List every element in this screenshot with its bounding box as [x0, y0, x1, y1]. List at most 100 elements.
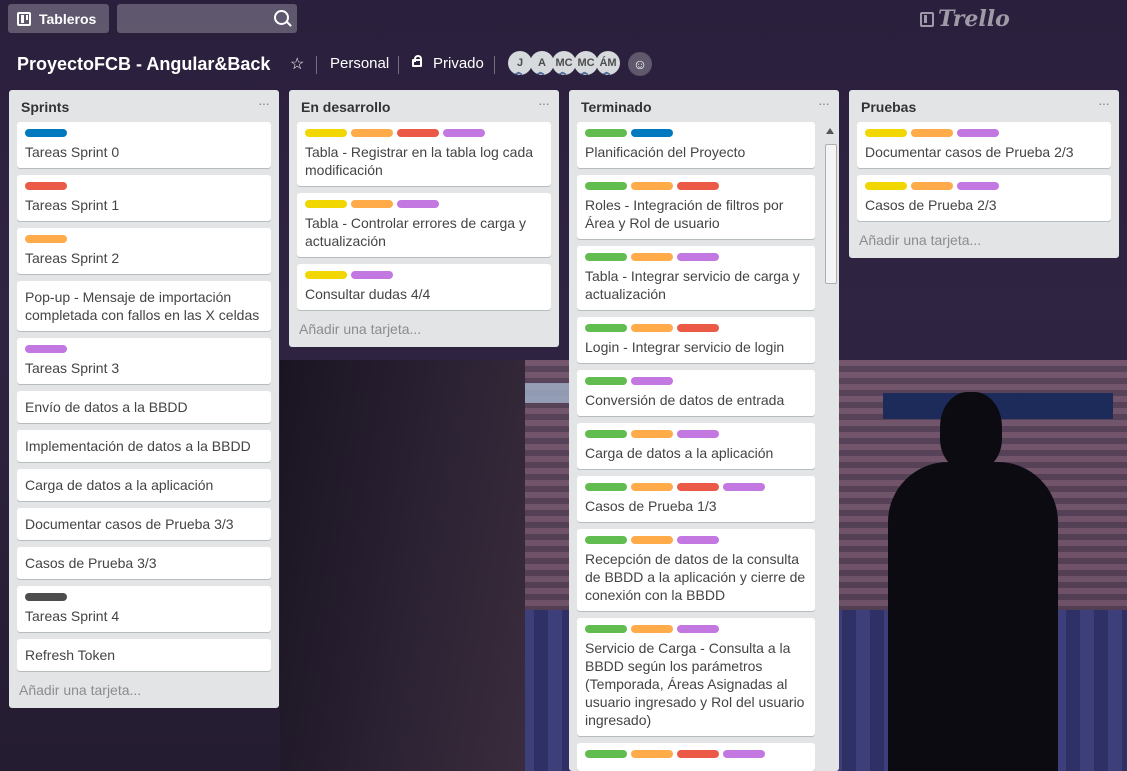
card-list: Planificación del Proyecto Roles - Integr…	[569, 122, 839, 771]
card[interactable]: Carga de datos a la aplicación	[17, 469, 271, 501]
trello-logo-text: Trello	[938, 6, 1010, 32]
chevron-icon: ︽	[603, 69, 610, 76]
card[interactable]: Pop-up - Mensaje de importación completa…	[17, 281, 271, 331]
search-icon[interactable]	[274, 10, 289, 25]
card-title: Tareas Sprint 2	[25, 250, 120, 266]
card[interactable]: Carga de datos a la aplicación	[577, 423, 815, 469]
card[interactable]: Tareas Sprint 0	[17, 122, 271, 168]
card-title: Planificación del Proyecto	[585, 144, 746, 160]
label-orange	[351, 200, 393, 208]
card-title: Recepción de datos de la consulta de BBD…	[585, 551, 806, 603]
card[interactable]: Recepción de datos de la consulta de BBD…	[577, 529, 815, 611]
list-header: Pruebas ···	[849, 90, 1119, 122]
more-icon[interactable]: ···	[818, 95, 830, 111]
label-orange	[631, 253, 673, 261]
search-input[interactable]	[117, 4, 283, 33]
scroll-up-icon[interactable]	[826, 128, 834, 134]
list-terminado: Terminado ··· Planificación del Proyecto Ro…	[569, 90, 839, 771]
card[interactable]: Refresh Token	[17, 639, 271, 671]
card[interactable]: Login - Integrar servicio de login	[577, 317, 815, 363]
list-title[interactable]: Sprints	[21, 99, 69, 115]
card-labels	[25, 345, 263, 353]
add-card-button[interactable]: Añadir una tarjeta...	[849, 228, 1119, 258]
more-icon[interactable]: ···	[538, 95, 550, 111]
label-green	[585, 625, 627, 633]
label-green	[585, 483, 627, 491]
card-title: Tareas Sprint 0	[25, 144, 120, 160]
card[interactable]: Documentar casos de Prueba 2/3	[857, 122, 1111, 168]
label-orange	[631, 430, 673, 438]
boards-button[interactable]: Tableros	[8, 4, 109, 33]
card-title: Servicio de Carga - Consulta a la BBDD s…	[585, 640, 805, 728]
card-title: Documentar casos de Prueba 3/3	[25, 516, 234, 532]
team-button[interactable]: Personal	[330, 55, 389, 72]
card-labels	[585, 430, 807, 438]
card[interactable]: Tabla - Integrar servicio de carga y act…	[577, 246, 815, 310]
card-labels	[585, 377, 807, 385]
card-labels	[25, 182, 263, 190]
label-green	[585, 750, 627, 758]
member-avatar[interactable]: ÁM ︽	[596, 51, 620, 76]
card[interactable]: Tareas Sprint 1	[17, 175, 271, 221]
card-labels	[585, 750, 807, 758]
chevron-icon: ︽	[559, 69, 566, 76]
card[interactable]: Planificación del Proyecto	[577, 122, 815, 168]
card-title: Pop-up - Mensaje de importación completa…	[25, 289, 260, 323]
member-avatar[interactable]: J ︽	[508, 51, 532, 76]
card[interactable]: Servicio de Carga - Consulta a la BBDD s…	[577, 618, 815, 736]
card[interactable]: Tareas Sprint 4	[17, 586, 271, 632]
star-icon[interactable]: ☆	[290, 54, 304, 74]
card[interactable]: Tareas Sprint 3	[17, 338, 271, 384]
card[interactable]: Documentar casos de Prueba 3/3	[17, 508, 271, 540]
card[interactable]: Tareas Sprint 2	[17, 228, 271, 274]
card[interactable]: Envío de datos a la BBDD	[17, 391, 271, 423]
more-icon[interactable]: ···	[1098, 95, 1110, 111]
lock-icon	[412, 55, 422, 67]
label-purple	[25, 345, 67, 353]
label-orange	[25, 235, 67, 243]
label-purple	[677, 430, 719, 438]
label-purple	[677, 253, 719, 261]
card[interactable]: Casos de Prueba 2/3	[857, 175, 1111, 221]
list-title[interactable]: En desarrollo	[301, 99, 390, 115]
member-avatar[interactable]: MC ︽	[552, 51, 576, 76]
label-purple	[677, 536, 719, 544]
card-labels	[585, 625, 807, 633]
label-red	[677, 750, 719, 758]
label-green	[585, 324, 627, 332]
list-title[interactable]: Terminado	[581, 99, 652, 115]
add-card-button[interactable]: Añadir una tarjeta...	[9, 678, 279, 708]
add-member-icon[interactable]: ☺	[628, 52, 652, 76]
card[interactable]: Implementación de datos a la BBDD	[17, 430, 271, 462]
card[interactable]: Conversión de datos de entrada	[577, 370, 815, 416]
member-avatar[interactable]: A ︽	[530, 51, 554, 76]
label-purple	[723, 483, 765, 491]
scrollbar-thumb[interactable]	[825, 144, 837, 284]
card[interactable]: Roles - Integración de filtros por Área …	[577, 175, 815, 239]
card-title: Casos de Prueba 2/3	[865, 197, 997, 213]
label-orange	[911, 129, 953, 137]
trello-logo[interactable]: Trello	[920, 6, 1010, 32]
card[interactable]: Tabla - Controlar errores de carga y act…	[297, 193, 551, 257]
list-scrollbar[interactable]	[823, 126, 837, 771]
more-icon[interactable]: ···	[258, 95, 270, 111]
add-card-button[interactable]: Añadir una tarjeta...	[289, 317, 559, 347]
card[interactable]: Consultar dudas 4/4	[297, 264, 551, 310]
label-yellow	[865, 129, 907, 137]
card[interactable]: Casos de Prueba 3/3	[17, 547, 271, 579]
label-purple	[723, 750, 765, 758]
search-box[interactable]	[117, 4, 297, 33]
card-title: Conversión de datos de entrada	[585, 392, 785, 408]
card[interactable]	[577, 743, 815, 771]
card-labels	[585, 182, 807, 190]
card[interactable]: Tabla - Registrar en la tabla log cada m…	[297, 122, 551, 186]
board-title[interactable]: ProyectoFCB - Angular&Back	[17, 54, 270, 75]
label-orange	[911, 182, 953, 190]
list-title[interactable]: Pruebas	[861, 99, 916, 115]
card[interactable]: Casos de Prueba 1/3	[577, 476, 815, 522]
label-purple	[957, 182, 999, 190]
card-labels	[585, 324, 807, 332]
divider	[316, 56, 317, 74]
member-avatar[interactable]: MC ︽	[574, 51, 598, 76]
visibility-button[interactable]: Privado	[433, 55, 484, 72]
